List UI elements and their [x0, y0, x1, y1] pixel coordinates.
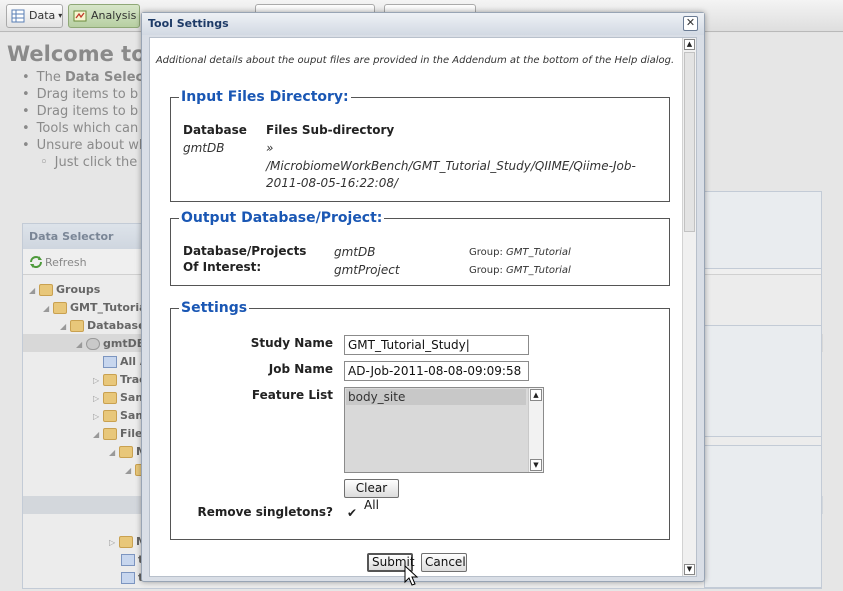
welcome-bullet: Drag items to b — [22, 103, 147, 120]
scroll-up-icon[interactable]: ▲ — [684, 39, 695, 50]
table-icon — [121, 554, 135, 566]
right-panel-3 — [704, 445, 822, 588]
cancel-button[interactable]: Cancel — [421, 553, 467, 572]
tree-node-t1[interactable]: t — [121, 551, 143, 569]
study-name-input[interactable]: GMT_Tutorial_Study| — [344, 335, 529, 355]
tree-node-databases[interactable]: ◢ Databases — [60, 317, 152, 335]
input-files-section: Input Files Directory: Database Files Su… — [170, 89, 670, 202]
settings-section: Settings Study Name GMT_Tutorial_Study| … — [170, 300, 670, 540]
remove-singletons-label: Remove singletons? — [197, 505, 333, 519]
mouse-pointer-icon — [404, 565, 419, 586]
tree-node-gmtdb[interactable]: ◢ gmtDB — [76, 335, 145, 353]
folder-icon — [103, 428, 117, 440]
feature-list-option[interactable]: body_site — [346, 389, 526, 405]
of-interest-label: Of Interest: — [183, 260, 262, 274]
tree-node-samples-2[interactable]: ▷ Sam — [93, 407, 147, 425]
addendum-note: Additional details about the ouput files… — [155, 55, 675, 66]
dialog-body: ▲ ▼ Additional details about the ouput f… — [149, 37, 697, 577]
welcome-title: Welcome to t — [7, 42, 163, 66]
study-name-label: Study Name — [250, 336, 333, 350]
job-name-input[interactable]: AD-Job-2011-08-08-09:09:58 — [344, 361, 529, 381]
job-name-label: Job Name — [268, 362, 333, 376]
scroll-thumb[interactable] — [684, 52, 695, 232]
expand-icon: ◢ — [43, 304, 50, 313]
welcome-bullet: Tools which can — [22, 120, 147, 137]
dialog-title: Tool Settings — [148, 17, 229, 30]
collapse-icon: ▷ — [109, 538, 116, 547]
expand-icon: ◢ — [93, 430, 100, 439]
table-icon — [121, 572, 135, 584]
close-icon[interactable]: ✕ — [683, 16, 698, 31]
output-database-section: Output Database/Project: Database/Projec… — [170, 210, 670, 286]
database-column-header: Database — [183, 123, 247, 137]
folder-icon — [103, 374, 117, 386]
welcome-bullets: The Data Selec Drag items to b Drag item… — [22, 69, 147, 171]
welcome-bullet: Drag items to b — [22, 86, 147, 103]
scroll-down-icon[interactable]: ▼ — [530, 459, 542, 471]
table-icon — [11, 9, 25, 23]
welcome-bullet: The Data Selec — [22, 69, 147, 86]
table-icon — [103, 356, 117, 368]
feature-list-label: Feature List — [251, 388, 333, 402]
folder-icon — [70, 320, 84, 332]
input-files-legend: Input Files Directory: — [181, 89, 349, 105]
db-projects-label: Database/Projects — [183, 244, 307, 258]
right-panel-2 — [704, 325, 822, 437]
output-project-name: gmtProject — [334, 263, 400, 277]
tree-node-tracks[interactable]: ▷ Trac — [93, 371, 146, 389]
settings-legend: Settings — [181, 300, 248, 316]
expand-icon: ◢ — [125, 466, 132, 475]
clear-all-button[interactable]: Clear All — [344, 479, 399, 512]
welcome-sub-bullet: Just click the — [22, 154, 147, 171]
output-db-group: Group: GMT_Tutorial — [469, 247, 571, 258]
data-menu-button[interactable]: Data ▾ — [6, 4, 63, 28]
output-database-legend: Output Database/Project: — [181, 210, 383, 226]
welcome-bullet: Unsure about wh — [22, 137, 147, 154]
folder-icon — [103, 392, 117, 404]
collapse-icon: ▷ — [93, 394, 100, 403]
scroll-down-icon[interactable]: ▼ — [684, 564, 695, 575]
analysis-menu-label: Analysis — [91, 9, 137, 22]
analysis-menu-button[interactable]: Analysis▾ — [68, 4, 140, 28]
refresh-label: Refresh — [45, 256, 87, 269]
chevron-down-icon: ▾ — [139, 11, 140, 20]
dialog-scrollbar[interactable]: ▲ ▼ — [682, 38, 696, 576]
expand-icon: ◢ — [109, 448, 116, 457]
collapse-icon: ▷ — [93, 412, 100, 421]
feature-list-select[interactable]: body_site ▲ ▼ — [344, 387, 544, 473]
analysis-icon — [73, 10, 87, 22]
tree-node-samples-1[interactable]: ▷ Sam — [93, 389, 147, 407]
tool-settings-dialog: Tool Settings ✕ ▲ ▼ Additional details a… — [141, 12, 705, 582]
folder-icon — [119, 536, 133, 548]
subdirectory-column-header: Files Sub-directory — [266, 123, 395, 137]
tree-node-gmt-tutorial[interactable]: ◢ GMT_Tutoria — [43, 299, 147, 317]
folder-icon — [39, 284, 53, 296]
refresh-icon — [30, 256, 42, 268]
remove-singletons-checkbox[interactable]: ✔ — [347, 506, 357, 520]
dialog-titlebar[interactable]: Tool Settings ✕ — [142, 13, 704, 35]
data-menu-label: Data — [29, 9, 56, 22]
tree-node-t2[interactable]: t — [121, 569, 143, 587]
folder-icon — [119, 446, 133, 458]
expand-icon: ◢ — [76, 340, 83, 349]
input-database-value: gmtDB — [183, 141, 225, 155]
feature-list-scrollbar[interactable]: ▲ ▼ — [528, 388, 543, 472]
expand-icon: ◢ — [29, 286, 36, 295]
chevron-down-icon: ▾ — [58, 11, 63, 20]
arrow-icon: » — [266, 141, 274, 155]
right-panel-1 — [704, 191, 822, 269]
group-icon — [53, 302, 67, 314]
collapse-icon: ▷ — [93, 376, 100, 385]
folder-icon — [103, 410, 117, 422]
scroll-up-icon[interactable]: ▲ — [530, 389, 542, 401]
database-icon — [86, 338, 100, 350]
output-db-name: gmtDB — [334, 245, 376, 259]
expand-icon: ◢ — [60, 322, 67, 331]
output-project-group: Group: GMT_Tutorial — [469, 265, 571, 276]
subdirectory-value: /MicrobiomeWorkBench/GMT_Tutorial_Study/… — [266, 159, 636, 190]
tree-node-groups[interactable]: ◢ Groups — [29, 281, 100, 299]
